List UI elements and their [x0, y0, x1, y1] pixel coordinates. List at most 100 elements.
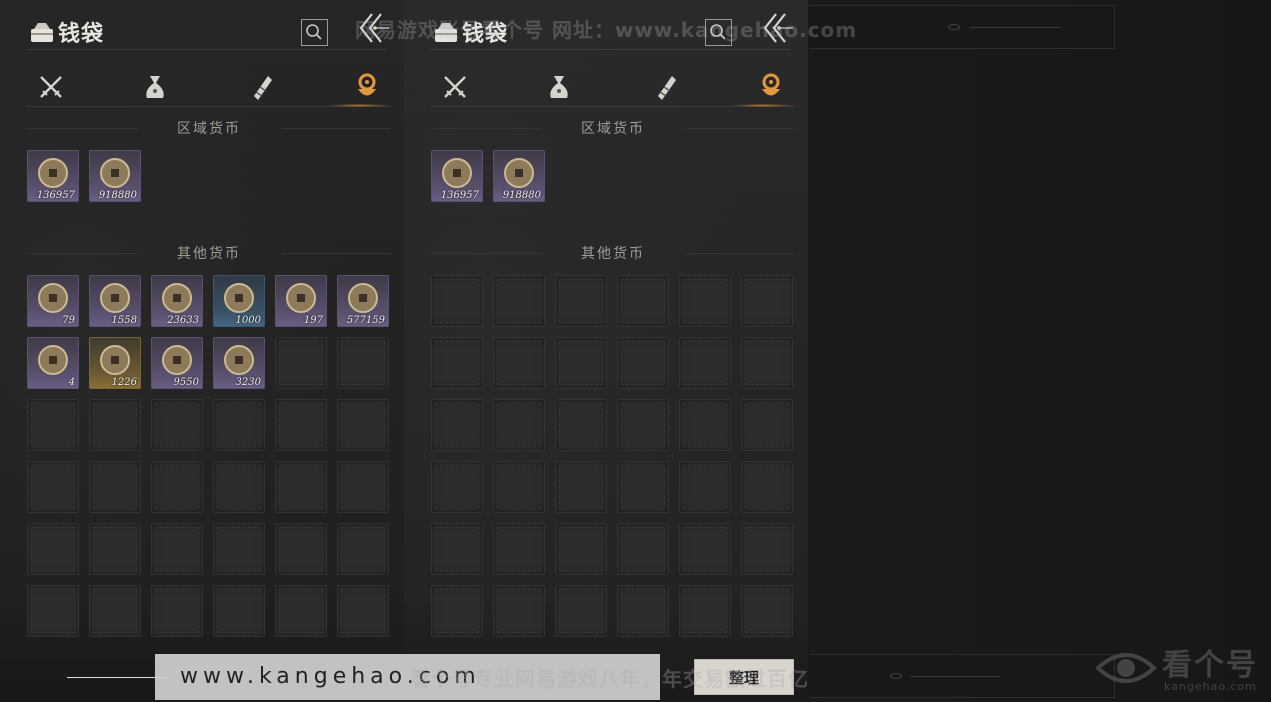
currency-slot[interactable]: 1226	[89, 337, 141, 389]
tab-scroll[interactable]	[643, 70, 687, 104]
empty-slot	[431, 399, 483, 451]
category-tabs	[27, 70, 391, 107]
currency-slot[interactable]: 23633	[151, 275, 203, 327]
currency-slot[interactable]: 918880	[493, 150, 545, 202]
currency-slot[interactable]: 9550	[151, 337, 203, 389]
copper-cash-icon	[224, 283, 254, 313]
empty-slot	[275, 585, 327, 637]
empty-slot	[617, 461, 669, 513]
header-divider	[431, 49, 791, 50]
header-divider	[27, 49, 387, 50]
tab-pouch[interactable]	[537, 70, 581, 104]
currency-slot[interactable]: 79	[27, 275, 79, 327]
empty-slot	[741, 461, 793, 513]
item-count: 4	[68, 377, 75, 388]
item-count: 1558	[111, 315, 137, 326]
empty-slot	[493, 585, 545, 637]
empty-slot	[555, 337, 607, 389]
tab-scroll[interactable]	[239, 70, 283, 104]
empty-slot	[555, 275, 607, 327]
site-logo: 看个号 kangehao.com	[1094, 636, 1269, 698]
currency-slot[interactable]: 1000	[213, 275, 265, 327]
currency-slot[interactable]: 1558	[89, 275, 141, 327]
tab-currency[interactable]	[345, 70, 389, 104]
tab-pouch[interactable]	[133, 70, 177, 104]
empty-slot	[337, 585, 389, 637]
wallet-panel-left: 钱袋 区域货币 其他货币 136957 918880 79 1558 23633…	[0, 0, 404, 702]
money-bag-icon	[31, 23, 53, 42]
tab-weapons[interactable]	[433, 70, 477, 104]
empty-slot	[555, 461, 607, 513]
empty-slot	[431, 337, 483, 389]
empty-slot	[679, 523, 731, 575]
empty-slot	[493, 337, 545, 389]
bamboo-slips-icon	[38, 345, 68, 375]
crossed-swords-icon	[444, 76, 466, 98]
empty-slot	[89, 523, 141, 575]
currency-slot[interactable]: 136957	[27, 150, 79, 202]
currency-slot[interactable]: 197	[275, 275, 327, 327]
eye-logo-icon	[1095, 653, 1157, 683]
logo-name: 看个号	[1162, 648, 1258, 683]
empty-slot	[679, 337, 731, 389]
coin-purse-icon	[358, 73, 376, 96]
logo-subtitle: kangehao.com	[1164, 680, 1257, 693]
currency-slot[interactable]: 918880	[89, 150, 141, 202]
empty-slot	[741, 275, 793, 327]
empty-slot	[679, 399, 731, 451]
item-count: 1000	[235, 315, 261, 326]
active-tab-indicator	[327, 104, 391, 107]
empty-slot	[555, 523, 607, 575]
empty-slot	[741, 523, 793, 575]
empty-slot	[337, 337, 389, 389]
right-frame-bottom	[810, 654, 1115, 698]
empty-slot	[213, 523, 265, 575]
empty-slot	[431, 523, 483, 575]
ancient-coin-icon	[504, 158, 534, 188]
currency-slot[interactable]: 577159	[337, 275, 389, 327]
empty-slot	[493, 461, 545, 513]
empty-slot	[555, 399, 607, 451]
empty-slot	[213, 585, 265, 637]
category-tabs	[431, 70, 795, 107]
search-icon	[306, 24, 322, 40]
currency-slot[interactable]: 136957	[431, 150, 483, 202]
item-count: 1226	[111, 377, 137, 388]
regional-currency-heading: 区域货币	[27, 118, 391, 138]
empty-slot	[151, 523, 203, 575]
currency-slot[interactable]: 4	[27, 337, 79, 389]
empty-slot	[493, 523, 545, 575]
bronze-token-icon	[38, 158, 68, 188]
item-count: 3230	[235, 377, 261, 388]
empty-slot	[275, 399, 327, 451]
ornament-icon	[948, 24, 960, 30]
item-count: 577159	[346, 315, 385, 326]
empty-slot	[151, 461, 203, 513]
frame-divider	[910, 676, 1000, 677]
empty-slot	[679, 275, 731, 327]
empty-slot	[89, 461, 141, 513]
scroll-icon	[658, 76, 676, 100]
empty-slot	[679, 461, 731, 513]
empty-slot	[275, 337, 327, 389]
active-tab-indicator	[731, 104, 795, 107]
other-currency-heading: 其他货币	[431, 243, 795, 263]
empty-slot	[431, 461, 483, 513]
currency-slot[interactable]: 3230	[213, 337, 265, 389]
search-button[interactable]	[301, 19, 328, 46]
empty-slot	[741, 399, 793, 451]
red-charm-icon	[286, 283, 316, 313]
empty-slot	[617, 585, 669, 637]
wallet-panel-right: 钱袋 区域货币 其他货币 136957 918880	[404, 0, 808, 702]
empty-slot	[89, 585, 141, 637]
empty-slot	[617, 275, 669, 327]
tab-currency[interactable]	[749, 70, 793, 104]
empty-slot	[89, 399, 141, 451]
pouch-icon	[146, 76, 164, 98]
tab-weapons[interactable]	[29, 70, 73, 104]
empty-slot	[337, 523, 389, 575]
coin-purse-icon	[762, 73, 780, 96]
coin-string-icon	[348, 283, 378, 313]
item-count: 136957	[440, 190, 479, 201]
frame-divider	[970, 27, 1060, 28]
